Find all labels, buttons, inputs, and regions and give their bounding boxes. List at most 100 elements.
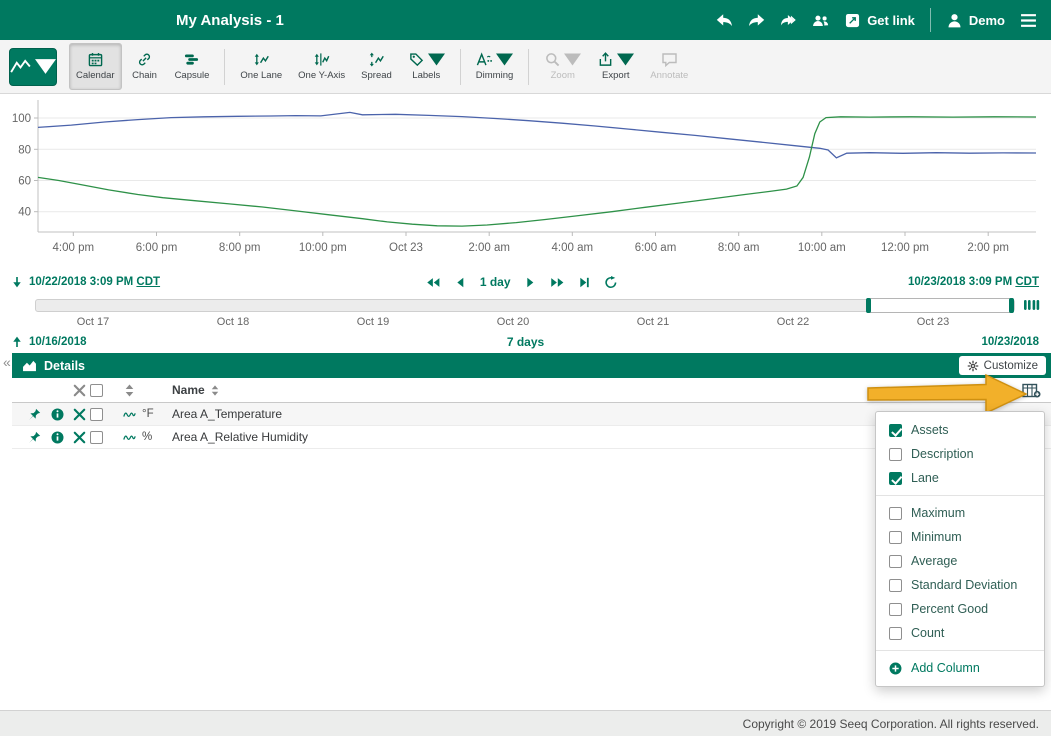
remove-icon[interactable] bbox=[68, 431, 90, 444]
menu-item-percent-good[interactable]: Percent Good bbox=[876, 597, 1044, 621]
unit-label: °F bbox=[142, 408, 172, 420]
remove-icon[interactable] bbox=[68, 408, 90, 421]
select-all-checkbox[interactable] bbox=[90, 384, 103, 397]
menu-checkbox-lane[interactable] bbox=[889, 472, 902, 485]
redo-icon[interactable] bbox=[748, 13, 765, 28]
one-lane-icon bbox=[253, 52, 270, 67]
display-range-end[interactable]: 10/23/2018 3:09 PM CDT bbox=[908, 276, 1039, 288]
step-back-fast-icon[interactable] bbox=[426, 277, 440, 288]
step-to-now-icon[interactable] bbox=[578, 277, 592, 288]
display-range-start[interactable]: 10/22/2018 3:09 PM CDT bbox=[29, 276, 160, 288]
export-button[interactable]: Export bbox=[590, 43, 641, 90]
menu-checkbox-description[interactable] bbox=[889, 448, 902, 461]
timebar-tick-labels: Oct 17Oct 18Oct 19Oct 20Oct 21Oct 22Oct … bbox=[0, 315, 1051, 331]
menu-item-assets[interactable]: Assets bbox=[876, 418, 1044, 442]
svg-text:80: 80 bbox=[18, 144, 31, 156]
row-checkbox[interactable] bbox=[90, 408, 103, 421]
investigate-duration-label[interactable]: 7 days bbox=[507, 335, 544, 349]
menu-item-add-column[interactable]: Add Column bbox=[876, 656, 1044, 680]
caret-down-icon bbox=[617, 52, 634, 67]
worksheet-title[interactable]: My Analysis - 1 bbox=[176, 0, 284, 40]
sort-name-icon[interactable] bbox=[211, 385, 219, 396]
duration-label[interactable]: 1 day bbox=[480, 275, 511, 289]
toolbar-button-label: Chain bbox=[132, 70, 157, 81]
undo-icon[interactable] bbox=[716, 13, 733, 28]
svg-text:Oct 23: Oct 23 bbox=[389, 242, 423, 254]
row-checkbox[interactable] bbox=[90, 431, 103, 444]
calendar-button[interactable]: Calendar bbox=[69, 43, 122, 90]
range-start-arrow-icon[interactable] bbox=[12, 276, 22, 288]
labels-button[interactable]: Labels bbox=[401, 43, 452, 90]
svg-text:40: 40 bbox=[18, 207, 31, 219]
timezone-link[interactable]: CDT bbox=[136, 276, 160, 288]
investigate-range-start[interactable]: 10/16/2018 bbox=[29, 336, 87, 348]
menu-item-average[interactable]: Average bbox=[876, 549, 1044, 573]
capsule-button[interactable]: Capsule bbox=[168, 43, 217, 90]
menu-item-standard-deviation[interactable]: Standard Deviation bbox=[876, 573, 1044, 597]
view-selector-button[interactable] bbox=[9, 48, 57, 86]
menu-item-label: Lane bbox=[911, 471, 939, 485]
info-icon[interactable] bbox=[46, 431, 68, 444]
timezone-link[interactable]: CDT bbox=[1015, 276, 1039, 288]
info-icon[interactable] bbox=[46, 408, 68, 421]
investigate-range-end[interactable]: 10/23/2018 bbox=[981, 336, 1039, 348]
caret-down-icon bbox=[428, 52, 445, 67]
step-forward-fast-icon[interactable] bbox=[551, 277, 565, 288]
one-lane-button[interactable]: One Lane bbox=[233, 43, 289, 90]
selection-right-handle[interactable] bbox=[1009, 298, 1014, 313]
svg-text:4:00 pm: 4:00 pm bbox=[53, 242, 95, 254]
menu-item-count[interactable]: Count bbox=[876, 621, 1044, 645]
display-range-end-text: 10/23/2018 3:09 PM bbox=[908, 276, 1012, 288]
timebar-track[interactable] bbox=[35, 299, 1015, 312]
toolbar-button-label: Labels bbox=[412, 70, 440, 81]
capsule-icon bbox=[183, 52, 200, 67]
investigate-start-arrow-icon[interactable] bbox=[12, 336, 22, 348]
chain-button[interactable]: Chain bbox=[124, 43, 166, 90]
menu-item-label: Minimum bbox=[911, 530, 962, 544]
step-back-icon[interactable] bbox=[453, 277, 467, 288]
menu-item-minimum[interactable]: Minimum bbox=[876, 525, 1044, 549]
menu-item-maximum[interactable]: Maximum bbox=[876, 501, 1044, 525]
menu-checkbox-assets[interactable] bbox=[889, 424, 902, 437]
pin-icon[interactable] bbox=[22, 431, 46, 444]
step-forward-icon[interactable] bbox=[524, 277, 538, 288]
annotate-button[interactable]: Annotate bbox=[643, 43, 695, 90]
svg-text:6:00 pm: 6:00 pm bbox=[136, 242, 178, 254]
menu-item-lane[interactable]: Lane bbox=[876, 466, 1044, 490]
name-column-header[interactable]: Name bbox=[172, 383, 205, 397]
users-icon[interactable] bbox=[812, 13, 829, 28]
toolbar-button-label: Dimming bbox=[476, 70, 513, 81]
zoom-button[interactable]: Zoom bbox=[537, 43, 588, 90]
one-y-axis-icon bbox=[313, 52, 330, 67]
investigate-timebar bbox=[0, 295, 1051, 315]
menu-item-label: Description bbox=[911, 447, 974, 461]
toolbar-button-label: Annotate bbox=[650, 70, 688, 81]
menu-checkbox-maximum[interactable] bbox=[889, 507, 902, 520]
timebar-grip-icon[interactable] bbox=[1023, 299, 1040, 311]
get-link-icon bbox=[844, 13, 861, 28]
menu-checkbox-standard-deviation[interactable] bbox=[889, 579, 902, 592]
chart-grid: 4060801004:00 pm6:00 pm8:00 pm10:00 pmOc… bbox=[12, 100, 1036, 254]
svg-text:6:00 am: 6:00 am bbox=[635, 242, 677, 254]
menu-checkbox-minimum[interactable] bbox=[889, 531, 902, 544]
menu-checkbox-average[interactable] bbox=[889, 555, 902, 568]
trend-chart[interactable]: 4060801004:00 pm6:00 pm8:00 pm10:00 pmOc… bbox=[8, 96, 1043, 264]
share-forward-icon[interactable] bbox=[780, 13, 797, 28]
menu-checkbox-count[interactable] bbox=[889, 627, 902, 640]
dimming-button[interactable]: Dimming bbox=[469, 43, 520, 90]
spread-button[interactable]: Spread bbox=[354, 43, 399, 90]
hamburger-menu-icon[interactable] bbox=[1020, 13, 1037, 28]
remove-all-icon[interactable] bbox=[68, 384, 90, 397]
collapse-panel-chevron[interactable]: « bbox=[3, 354, 11, 370]
one-y-axis-button[interactable]: One Y-Axis bbox=[291, 43, 352, 90]
selection-left-handle[interactable] bbox=[866, 298, 871, 313]
timebar-selection[interactable] bbox=[867, 298, 1013, 313]
pin-icon[interactable] bbox=[22, 408, 46, 421]
plus-circle-icon bbox=[889, 662, 902, 675]
menu-item-description[interactable]: Description bbox=[876, 442, 1044, 466]
sort-type-icon[interactable] bbox=[116, 384, 142, 397]
refresh-icon[interactable] bbox=[605, 276, 618, 289]
menu-checkbox-percent-good[interactable] bbox=[889, 603, 902, 616]
user-menu-button[interactable]: Demo bbox=[946, 13, 1005, 28]
get-link-button[interactable]: Get link bbox=[844, 13, 915, 28]
